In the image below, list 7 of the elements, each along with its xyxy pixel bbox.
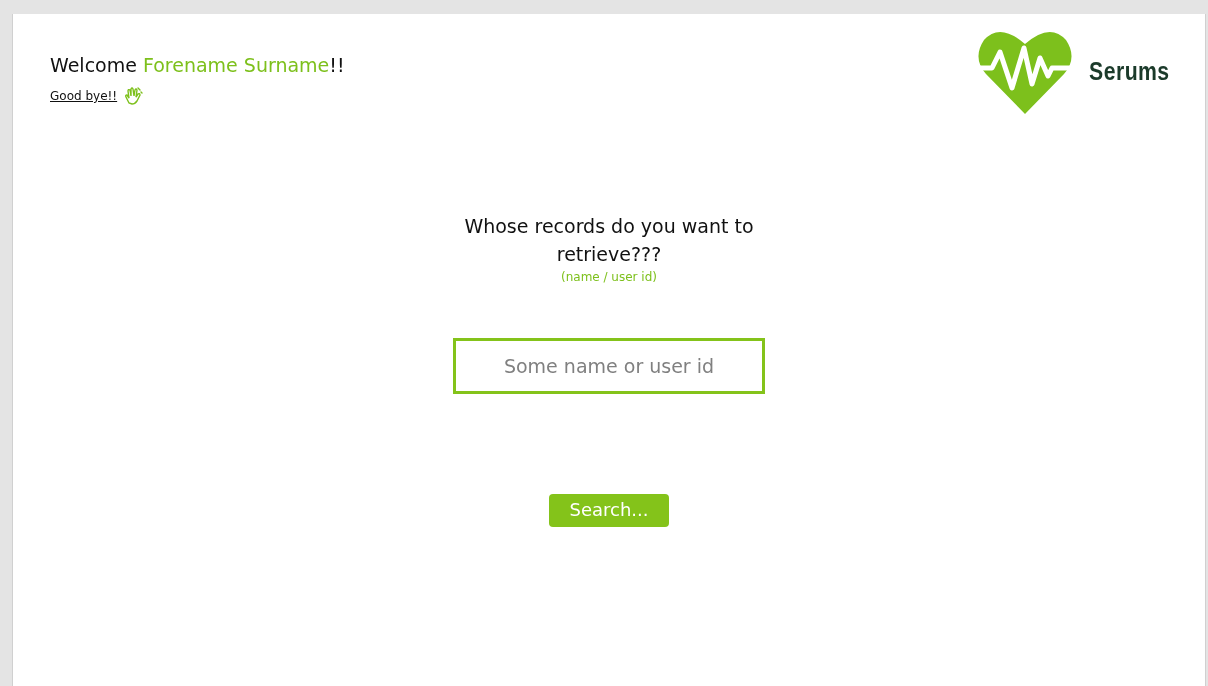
- search-question: Whose records do you want to retrieve???: [463, 214, 755, 267]
- goodbye-link[interactable]: Good bye!!: [50, 89, 118, 103]
- search-field[interactable]: Some name or user id: [453, 338, 765, 394]
- logo-text: Serums: [1089, 56, 1170, 86]
- waving-hand-icon: [123, 86, 144, 106]
- search-hint: (name / user id): [561, 270, 657, 284]
- welcome-heading: Welcome Forename Surname!!: [50, 54, 345, 76]
